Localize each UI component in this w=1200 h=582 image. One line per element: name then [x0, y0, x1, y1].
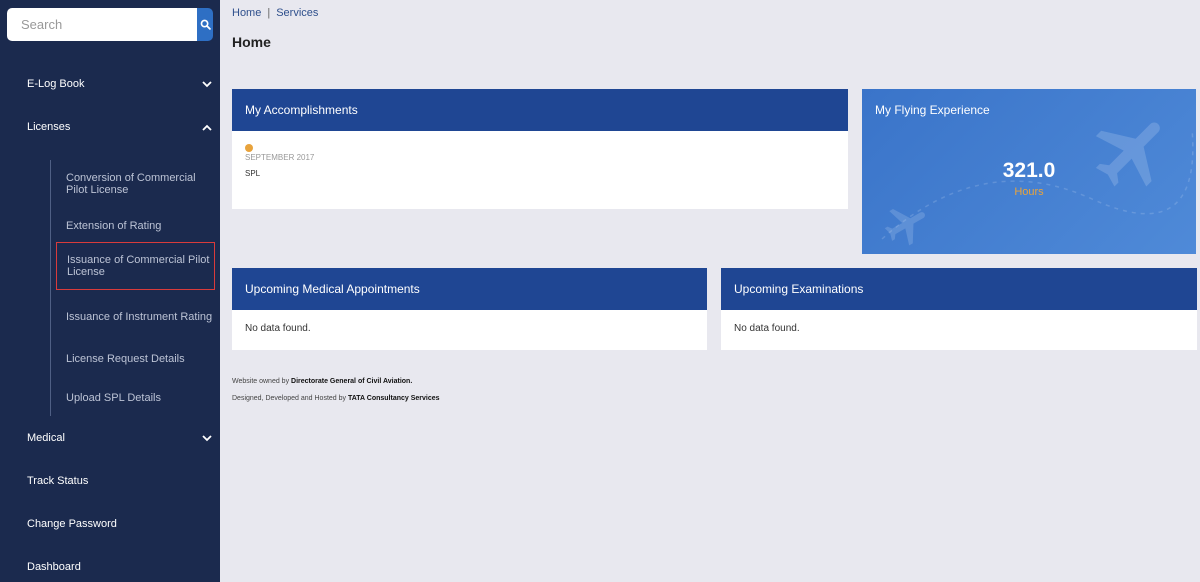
examinations-header: Upcoming Examinations — [721, 268, 1197, 310]
sidebar-item-label: Medical — [27, 432, 65, 444]
sidebar-subitem-issuance-cpl[interactable]: Issuance of Commercial Pilot License — [56, 242, 215, 290]
sidebar-item-label: Dashboard — [27, 561, 81, 573]
footer-hosting: Designed, Developed and Hosted by TATA C… — [232, 395, 440, 402]
submenu-divider — [50, 160, 51, 416]
sidebar-item-label: Licenses — [27, 121, 71, 133]
examinations-body: No data found. — [734, 323, 800, 334]
sidebar-subitem-issuance-instrument-rating[interactable]: Issuance of Instrument Rating — [56, 304, 215, 330]
flying-hours-value: 321.0 — [1002, 159, 1056, 182]
medical-appointments-body: No data found. — [245, 323, 311, 334]
chevron-down-icon — [201, 78, 213, 90]
sidebar-subitem-extension-of-rating[interactable]: Extension of Rating — [56, 219, 215, 233]
search-button[interactable] — [197, 8, 213, 41]
sidebar-item-dashboard[interactable]: Dashboard — [0, 552, 220, 582]
sidebar-subitem-upload-spl-details[interactable]: Upload SPL Details — [56, 391, 215, 405]
timeline-dot-icon — [245, 144, 253, 152]
breadcrumb-services-link[interactable]: Services — [276, 7, 318, 19]
sidebar-item-track-status[interactable]: Track Status — [0, 466, 220, 496]
breadcrumb-separator: | — [267, 7, 271, 19]
footer-ownership: Website owned by Directorate General of … — [232, 378, 413, 385]
search-box — [7, 8, 213, 41]
accomplishments-body: SEPTEMBER 2017 SPL — [232, 131, 848, 191]
breadcrumb-home-link[interactable]: Home — [232, 7, 261, 19]
sidebar-item-licenses[interactable]: Licenses — [0, 112, 220, 142]
sidebar-item-label: E-Log Book — [27, 78, 85, 90]
chevron-up-icon — [201, 121, 213, 133]
sidebar-item-e-log-book[interactable]: E-Log Book — [0, 69, 220, 99]
search-icon — [200, 19, 211, 30]
footer-vendor-link[interactable]: TATA Consultancy Services — [348, 395, 440, 402]
examinations-card: Upcoming Examinations No data found. — [721, 268, 1197, 350]
accomplishment-label: SPL — [245, 169, 261, 178]
sidebar-subitem-conversion-cpl[interactable]: Conversion of Commercial Pilot License — [56, 171, 215, 197]
accomplishment-date: SEPTEMBER 2017 — [245, 153, 315, 162]
sidebar-subitem-license-request-details[interactable]: License Request Details — [56, 352, 215, 366]
search-input[interactable] — [7, 8, 197, 41]
footer-org-link[interactable]: Directorate General of Civil Aviation. — [291, 378, 412, 385]
sidebar-item-change-password[interactable]: Change Password — [0, 509, 220, 539]
sidebar-item-label: Change Password — [27, 518, 117, 530]
flying-experience-card: My Flying Experience 321.0 Hours — [862, 89, 1196, 254]
chevron-down-icon — [201, 432, 213, 444]
medical-appointments-card: Upcoming Medical Appointments No data fo… — [232, 268, 707, 350]
sidebar-item-label: Track Status — [27, 475, 89, 487]
breadcrumb: Home | Services — [232, 7, 318, 19]
flying-hours-unit: Hours — [1014, 186, 1044, 198]
medical-appointments-header: Upcoming Medical Appointments — [232, 268, 707, 310]
sidebar: E-Log Book Licenses Conversion of Commer… — [0, 0, 220, 582]
accomplishments-header: My Accomplishments — [232, 89, 848, 131]
sidebar-item-medical[interactable]: Medical — [0, 423, 220, 453]
accomplishments-card: My Accomplishments SEPTEMBER 2017 SPL — [232, 89, 848, 209]
page-title: Home — [232, 34, 271, 50]
flying-experience-title: My Flying Experience — [875, 103, 990, 117]
